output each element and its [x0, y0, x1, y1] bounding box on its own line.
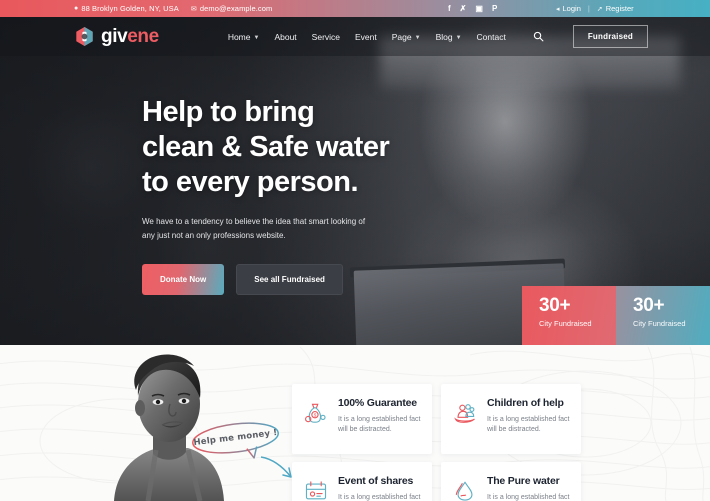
hero-subtitle: We have to a tendency to believe the ide… [142, 217, 366, 240]
hero-title: Help to bring clean & Safe water to ever… [142, 95, 442, 199]
nav-item-contact[interactable]: Contact [477, 32, 506, 42]
hero-content: Help to bring clean & Safe water to ever… [142, 95, 442, 295]
feature-desc-line-1: It is a long established fact [487, 415, 570, 423]
hero-title-line-3: to every person. [142, 165, 359, 198]
chevron-down-icon: ▼ [455, 34, 462, 41]
nav-label-about: About [274, 31, 297, 42]
stat-number-1: 30+ [539, 295, 571, 316]
nav-item-home[interactable]: Home ▼ [228, 32, 260, 42]
svg-text:$: $ [314, 412, 317, 417]
hero-button-group: Donate Now See all Fundraised [142, 263, 442, 295]
fundraised-button[interactable]: Fundraised [572, 25, 648, 48]
stat-label-1: City Fundraised [539, 318, 592, 328]
site-header: givene Home ▼ About Service Event Page ▼ [0, 17, 710, 56]
chevron-down-icon: ▼ [253, 34, 260, 41]
nav-item-blog[interactable]: Blog ▼ [436, 32, 462, 42]
feature-card-title: The Pure water [487, 475, 560, 487]
page-root: ● 88 Broklyn Golden, NY, USA ✉ demo@exam… [0, 0, 710, 501]
stat-number-2: 30+ [633, 295, 665, 316]
stat-card-1: 30+ City Fundraised [522, 286, 616, 345]
feature-card-desc: It is a long established fact will be di… [338, 493, 421, 501]
logo-text-second: ene [127, 26, 159, 47]
feature-card-text: 100% Guarantee It is a long established … [338, 397, 421, 437]
hexagon-logo-icon [74, 26, 95, 47]
user-key-icon: ➚ [596, 5, 603, 13]
nav-item-event[interactable]: Event [355, 32, 377, 42]
nav-item-about[interactable]: About [274, 32, 296, 42]
feature-desc-line-2: will be distracted. [487, 426, 541, 434]
stat-label-2: City Fundraised [633, 318, 686, 328]
nav-label-service: Service [311, 31, 341, 42]
feature-card-desc: It is a long established fact will be di… [338, 415, 421, 437]
hero-title-line-1: Help to bring [142, 96, 315, 128]
pinterest-icon[interactable]: P [492, 4, 497, 13]
login-link[interactable]: ◂ Login [556, 4, 581, 13]
sign-in-icon: ◂ [556, 5, 560, 13]
nav-label-page: Page [391, 31, 412, 42]
instagram-icon[interactable]: ▣ [475, 4, 483, 13]
top-bar-separator: | [587, 4, 590, 13]
feature-card-text: Children of help It is a long establishe… [487, 397, 570, 437]
nav-item-page[interactable]: Page ▼ [392, 32, 421, 42]
feature-card-desc: It is a long established fact will be di… [487, 415, 570, 437]
feature-card-event[interactable]: Event of shares It is a long established… [292, 462, 432, 501]
hero-stats: 30+ City Fundraised 30+ City Fundraised [522, 286, 710, 345]
logo-wordmark: givene [101, 27, 159, 46]
money-bag-icon: $ [303, 400, 329, 426]
social-links: f ✗ ▣ P [448, 4, 497, 13]
chevron-down-icon: ▼ [414, 34, 421, 41]
address-item: ● 88 Broklyn Golden, NY, USA [74, 4, 179, 13]
account-links: ◂ Login | ➚ Register [556, 4, 634, 13]
logo-text-first: giv [101, 26, 128, 47]
feature-desc-line-1: It is a long established fact [487, 493, 570, 501]
location-pin-icon: ● [74, 5, 79, 12]
feature-desc-line-2: will be distracted. [338, 426, 392, 434]
see-all-fundraised-button[interactable]: See all Fundraised [236, 263, 343, 295]
nav-label-blog: Blog [435, 31, 453, 42]
donate-now-button[interactable]: Donate Now [142, 263, 225, 295]
feature-card-title: 100% Guarantee [338, 397, 417, 409]
register-link[interactable]: ➚ Register [597, 4, 634, 13]
nav-item-service[interactable]: Service [312, 32, 340, 42]
feature-card-title: Event of shares [338, 475, 414, 487]
login-label: Login [562, 4, 581, 13]
email-text: demo@example.com [199, 4, 273, 13]
feature-desc-line-1: It is a long established fact [338, 415, 421, 423]
site-logo[interactable]: givene [74, 26, 159, 47]
address-text: 88 Broklyn Golden, NY, USA [81, 4, 179, 13]
register-label: Register [605, 4, 634, 13]
x-twitter-icon[interactable]: ✗ [460, 4, 467, 13]
helping-hands-icon [452, 400, 478, 426]
hero-title-line-2: clean & Safe water [142, 130, 390, 163]
nav-label-contact: Contact [476, 31, 506, 42]
feature-desc-line-1: It is a long established fact [338, 493, 421, 501]
top-bar-contact-group: ● 88 Broklyn Golden, NY, USA ✉ demo@exam… [74, 4, 272, 13]
main-navigation: Home ▼ About Service Event Page ▼ Blog ▼… [228, 25, 648, 48]
calendar-event-icon [303, 478, 329, 501]
top-bar: ● 88 Broklyn Golden, NY, USA ✉ demo@exam… [0, 0, 710, 17]
curved-arrow-icon [260, 456, 292, 478]
envelope-icon: ✉ [190, 5, 197, 13]
nav-label-home: Home [227, 31, 251, 42]
feature-card-guarantee[interactable]: $ 100% Guarantee It is a long establishe… [292, 384, 432, 454]
facebook-icon[interactable]: f [448, 4, 451, 13]
feature-card-desc: It is a long established fact will be di… [487, 493, 570, 501]
search-icon[interactable] [533, 31, 544, 42]
feature-card-text: Event of shares It is a long established… [338, 475, 421, 501]
feature-card-children[interactable]: Children of help It is a long establishe… [441, 384, 581, 454]
stat-card-2: 30+ City Fundraised [616, 286, 710, 345]
water-drop-icon [452, 478, 478, 501]
email-item[interactable]: ✉ demo@example.com [191, 4, 273, 13]
feature-card-grid: $ 100% Guarantee It is a long establishe… [292, 384, 581, 501]
nav-label-event: Event [355, 31, 377, 42]
feature-card-water[interactable]: The Pure water It is a long established … [441, 462, 581, 501]
feature-card-text: The Pure water It is a long established … [487, 475, 570, 501]
woman-portrait-image [96, 346, 231, 501]
feature-card-title: Children of help [487, 397, 564, 409]
